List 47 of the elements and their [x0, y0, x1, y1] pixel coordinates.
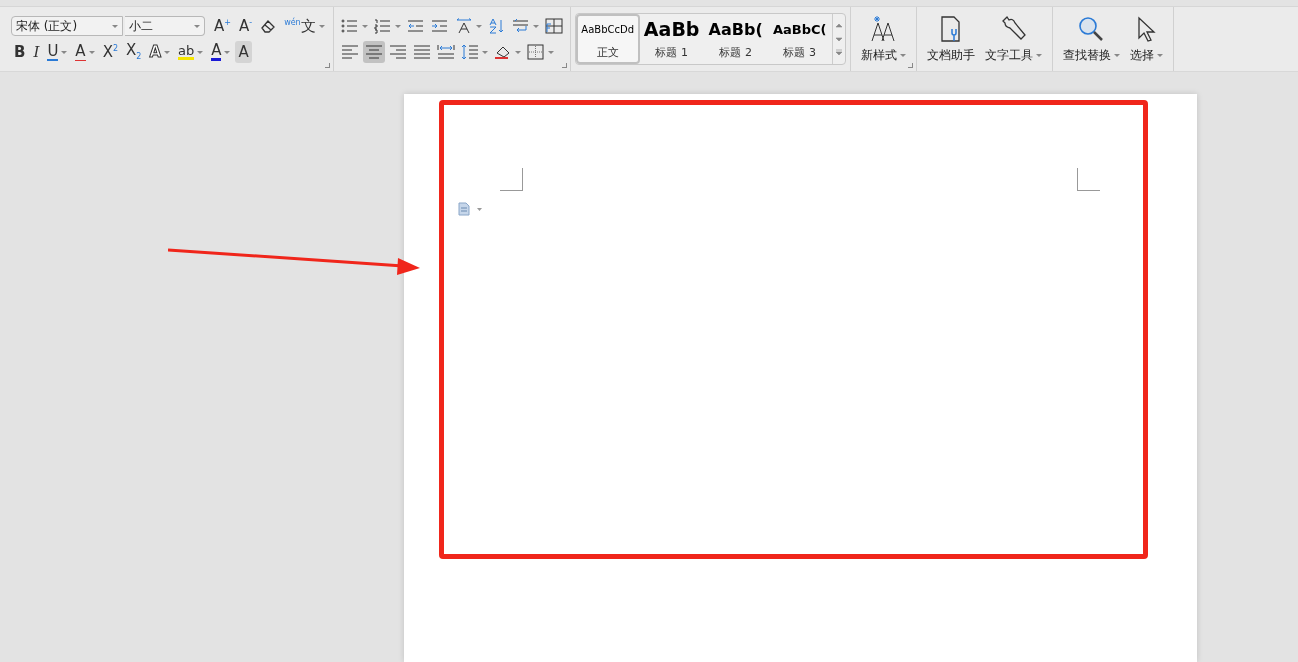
format-button[interactable]: X$_{2}$ — [123, 41, 145, 63]
numbering-icon — [373, 18, 392, 34]
margin-corner-mark — [1077, 168, 1100, 191]
margin-corner-mark — [500, 168, 523, 191]
outdent-icon — [406, 18, 425, 34]
style-option[interactable]: AaBbCcDd 正文 — [575, 14, 640, 64]
ribbon-button[interactable]: 文档助手 — [924, 14, 977, 64]
format-button[interactable]: X$^{2}$ — [99, 41, 121, 63]
format-button[interactable]: A$^{-}$ — [235, 15, 256, 37]
fill-icon — [493, 44, 512, 60]
format-button[interactable]: $^{wén}$文 — [281, 15, 328, 37]
letters-sparkle-icon — [869, 14, 898, 43]
ribbon-button[interactable]: 文字工具 — [982, 14, 1044, 64]
paragraph-button[interactable] — [542, 15, 565, 37]
style-option[interactable]: AaBb 标题 1 — [639, 14, 704, 64]
paragraph-button[interactable] — [362, 41, 385, 63]
ribbon-button[interactable]: 选择 — [1127, 14, 1165, 64]
format-button[interactable]: B — [11, 41, 29, 63]
justify-icon — [412, 44, 431, 60]
format-button[interactable]: A — [235, 41, 252, 63]
format-button[interactable]: ab — [175, 41, 207, 63]
borders-icon — [526, 44, 545, 60]
format-button[interactable]: A — [72, 41, 98, 63]
distribute-icon — [436, 44, 455, 60]
format-button[interactable]: A — [208, 41, 234, 63]
style-option[interactable]: AaBb( 标题 2 — [703, 14, 768, 64]
indent-icon — [430, 18, 449, 34]
format-button[interactable]: I — [30, 41, 43, 63]
bullets-icon — [340, 18, 359, 34]
spacing-icon — [454, 18, 473, 34]
ribbon-button[interactable]: 新样式 — [858, 14, 908, 64]
eraser-icon — [260, 18, 277, 34]
align-center-icon — [364, 44, 383, 60]
line-spacing-icon — [460, 44, 479, 60]
format-button[interactable]: A$^{+}$ — [211, 15, 234, 37]
table-icon — [544, 18, 563, 34]
align-left-icon — [340, 44, 359, 60]
direction-icon — [511, 18, 530, 34]
format-button[interactable]: U — [44, 41, 71, 63]
gallery-scrollbar[interactable] — [831, 14, 845, 64]
font-name-dropdown[interactable]: 宋体 (正文) — [11, 16, 123, 36]
align-right-icon — [388, 44, 407, 60]
style-option[interactable]: AaBbC( 标题 3 — [767, 14, 832, 64]
ribbon-button[interactable]: 查找替换 — [1060, 14, 1122, 64]
paste-options-icon[interactable] — [458, 202, 484, 216]
font-size-dropdown[interactable]: 小二 — [125, 16, 205, 36]
sort-icon — [487, 18, 506, 34]
